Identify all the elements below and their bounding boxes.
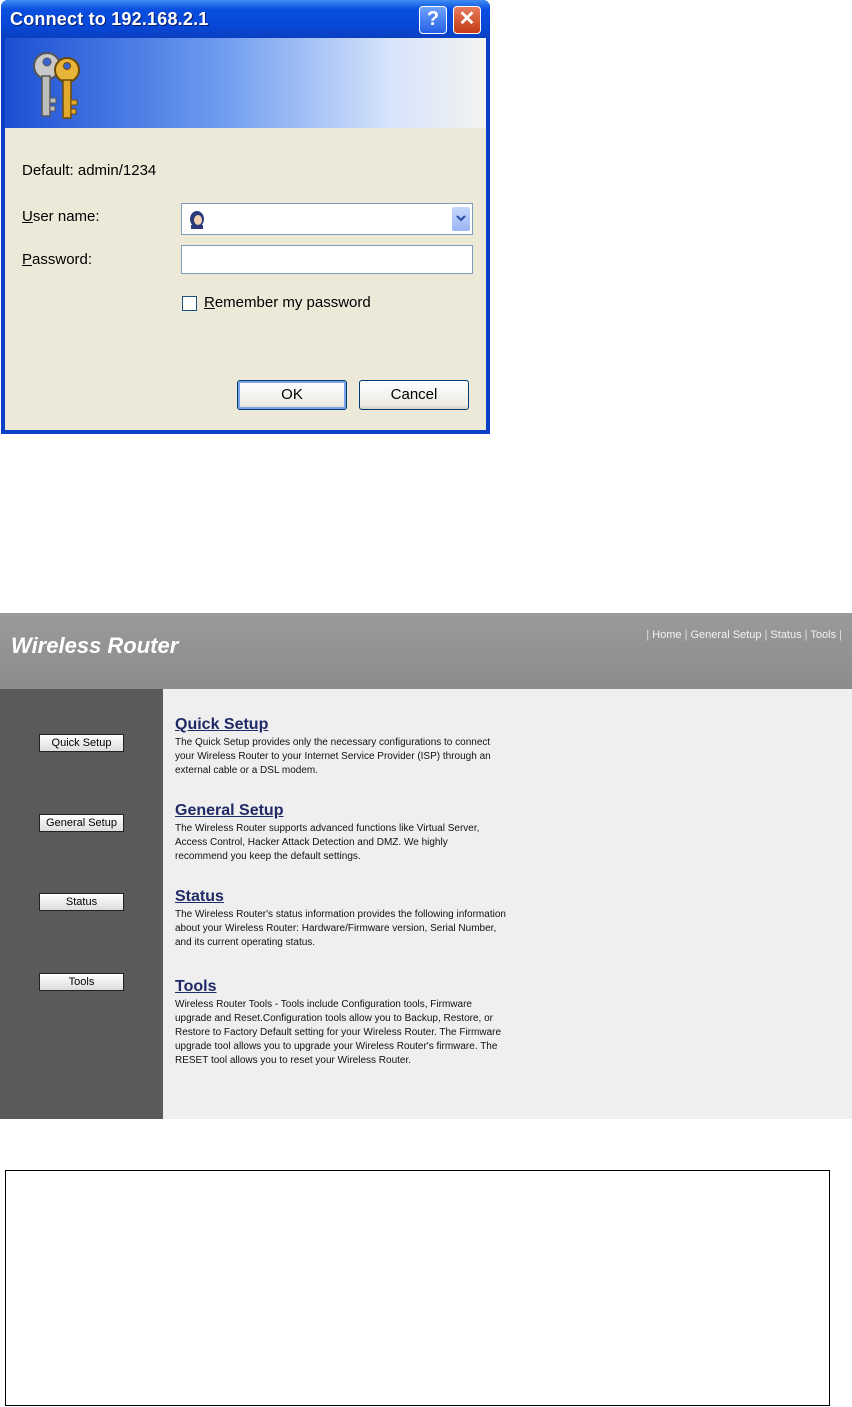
section-text-status: The Wireless Router's status information… bbox=[175, 908, 555, 950]
section-line: Access Control, Hacker Attack Detection … bbox=[175, 837, 448, 848]
section-line: Wireless Router Tools - Tools include Co… bbox=[175, 999, 472, 1010]
sidebar-general-setup-button[interactable]: General Setup bbox=[39, 814, 124, 832]
remember-label-accesskey: R bbox=[204, 294, 215, 311]
help-button[interactable]: ? bbox=[419, 6, 447, 34]
section-line: your Wireless Router to your Internet Se… bbox=[175, 751, 491, 762]
user-avatar-icon bbox=[190, 211, 204, 229]
close-button[interactable]: ✕ bbox=[453, 6, 481, 34]
section-title-status[interactable]: Status bbox=[175, 888, 224, 906]
username-combobox[interactable] bbox=[181, 203, 473, 235]
sidebar-quick-setup-button[interactable]: Quick Setup bbox=[39, 734, 124, 752]
section-line: external cable or a DSL modem. bbox=[175, 765, 319, 776]
section-line: upgrade and Reset.Configuration tools al… bbox=[175, 1013, 493, 1024]
top-nav-home[interactable]: Home bbox=[652, 629, 681, 641]
remember-label-text: emember my password bbox=[214, 294, 371, 311]
help-icon: ? bbox=[426, 8, 440, 30]
section-line: about your Wireless Router: Hardware/Fir… bbox=[175, 923, 497, 934]
section-line: RESET tool allows you to reset your Wire… bbox=[175, 1055, 412, 1066]
empty-note-box bbox=[5, 1170, 830, 1406]
top-nav-general-setup[interactable]: General Setup bbox=[691, 629, 762, 641]
dropdown-arrow-icon bbox=[456, 215, 466, 222]
remember-password-checkbox[interactable] bbox=[182, 296, 197, 311]
ok-button[interactable]: OK bbox=[237, 380, 347, 410]
router-page: Wireless Router | Home | General Setup |… bbox=[0, 613, 852, 1119]
sidebar-status-button[interactable]: Status bbox=[39, 893, 124, 911]
keys-icon bbox=[33, 52, 80, 119]
remember-password-label[interactable]: Remember my password bbox=[204, 294, 371, 311]
username-label: User name: bbox=[22, 208, 100, 225]
top-nav-tools[interactable]: Tools bbox=[810, 629, 836, 641]
dialog-title: Connect to 192.168.2.1 bbox=[10, 9, 209, 29]
section-line: The Wireless Router supports advanced fu… bbox=[175, 823, 480, 834]
section-text-quick-setup: The Quick Setup provides only the necess… bbox=[175, 736, 555, 778]
router-sidebar: Quick Setup General Setup Status Tools bbox=[0, 689, 163, 1119]
section-line: The Wireless Router's status information… bbox=[175, 909, 506, 920]
cancel-button[interactable]: Cancel bbox=[359, 380, 469, 410]
section-title-general-setup[interactable]: General Setup bbox=[175, 802, 283, 820]
section-title-quick-setup[interactable]: Quick Setup bbox=[175, 716, 268, 734]
dialog-titlebar[interactable]: Connect to 192.168.2.1 ? ✕ bbox=[1, 0, 490, 38]
password-label: Password: bbox=[22, 251, 92, 268]
close-icon: ✕ bbox=[458, 8, 476, 30]
router-logo: Wireless Router bbox=[11, 633, 179, 658]
section-line: upgrade tool allows you to upgrade your … bbox=[175, 1041, 498, 1052]
section-line: Restore to Factory Default setting for y… bbox=[175, 1027, 502, 1038]
dialog-banner bbox=[5, 38, 486, 128]
section-text-general-setup: The Wireless Router supports advanced fu… bbox=[175, 822, 555, 864]
section-line: recommend you keep the default settings. bbox=[175, 851, 361, 862]
section-line: and its current operating status. bbox=[175, 937, 316, 948]
password-label-accesskey: P bbox=[22, 251, 33, 268]
dialog-body: Default: admin/1234 User name: Password:… bbox=[5, 38, 486, 430]
top-nav: | Home | General Setup | Status | Tools … bbox=[646, 629, 842, 641]
username-label-accesskey: U bbox=[22, 208, 33, 225]
top-nav-status[interactable]: Status bbox=[770, 629, 801, 641]
section-text-tools: Wireless Router Tools - Tools include Co… bbox=[175, 998, 555, 1068]
login-dialog: Connect to 192.168.2.1 ? ✕ Default: admi… bbox=[1, 0, 490, 434]
router-header: Wireless Router | Home | General Setup |… bbox=[0, 613, 852, 689]
default-credentials-text: Default: admin/1234 bbox=[22, 162, 157, 179]
section-line: The Quick Setup provides only the necess… bbox=[175, 737, 491, 748]
username-dropdown-button[interactable] bbox=[452, 207, 470, 231]
section-title-tools[interactable]: Tools bbox=[175, 978, 216, 996]
router-main-content: Quick Setup The Quick Setup provides onl… bbox=[163, 689, 852, 1119]
username-label-text: ser name: bbox=[32, 208, 100, 225]
sidebar-tools-button[interactable]: Tools bbox=[39, 973, 124, 991]
password-label-text: assword: bbox=[32, 251, 93, 268]
password-field[interactable] bbox=[181, 245, 473, 274]
